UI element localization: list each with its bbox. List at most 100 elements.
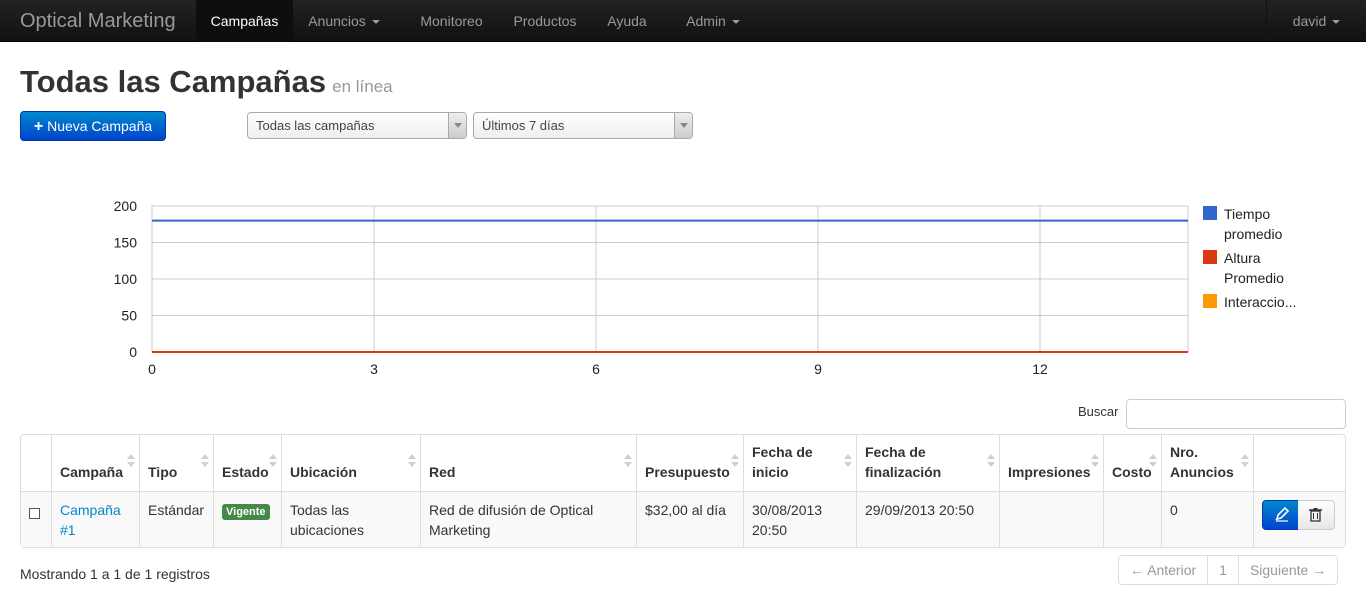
date-range-value: Últimos 7 días — [482, 118, 565, 133]
cell-budget: $32,00 al día — [636, 491, 743, 547]
date-range-select[interactable]: Últimos 7 días — [473, 112, 693, 139]
prev-page-button[interactable]: ← Anterior — [1119, 556, 1207, 584]
sort-icon — [1149, 454, 1157, 470]
cell-location: Todas las ubicaciones — [281, 491, 420, 547]
status-badge: Vigente — [222, 504, 270, 520]
column-header-fecha-inicio[interactable]: Fecha de inicio — [743, 435, 856, 491]
user-menu[interactable]: david — [1266, 0, 1366, 42]
sort-icon — [1091, 454, 1099, 470]
nav-item-label: Productos — [513, 13, 577, 29]
nav-item-label: Admin — [686, 13, 726, 29]
page-number-button[interactable]: 1 — [1207, 556, 1238, 584]
top-navbar: Optical Marketing Campañas Anuncios Moni… — [0, 0, 1366, 42]
sort-icon — [987, 454, 995, 470]
legend-label: Interaccio... — [1224, 294, 1297, 310]
column-header-costo[interactable]: Costo — [1103, 435, 1161, 491]
x-tick-label: 9 — [814, 361, 822, 377]
pagination: ← Anterior 1 Siguiente → — [1118, 555, 1339, 585]
select-column-header — [21, 435, 51, 491]
nav-item-anuncios[interactable]: Anuncios — [293, 0, 395, 42]
dropdown-arrow-icon — [674, 113, 692, 138]
legend-item: Interaccio... — [1203, 292, 1323, 312]
page-title: Todas las Campañas en línea — [20, 62, 393, 107]
column-header-fecha-finalizacion[interactable]: Fecha de finalización — [856, 435, 999, 491]
new-campaign-button[interactable]: + Nueva Campaña — [20, 111, 166, 141]
legend-swatch — [1203, 294, 1217, 308]
table-row: Campaña #1 Estándar Vigente Todas las ub… — [21, 491, 1345, 547]
caret-down-icon — [731, 20, 740, 25]
column-header-label: Impresiones — [1008, 464, 1091, 480]
column-header-estado[interactable]: Estado — [213, 435, 281, 491]
column-header-tipo[interactable]: Tipo — [139, 435, 213, 491]
search-label: Buscar — [1078, 404, 1119, 419]
column-header-label: Red — [429, 464, 456, 480]
nav-item-label: Anuncios — [308, 13, 366, 29]
nav-item-label: Campañas — [210, 13, 279, 29]
sort-icon — [731, 454, 739, 470]
column-header-campana[interactable]: Campaña — [51, 435, 139, 491]
legend-swatch — [1203, 206, 1217, 220]
column-header-label: Tipo — [148, 464, 178, 480]
nav-item-campanas[interactable]: Campañas — [196, 0, 293, 42]
cell-type: Estándar — [139, 491, 213, 547]
legend-item: Altura Promedio — [1203, 248, 1323, 288]
edit-button[interactable] — [1262, 500, 1302, 530]
search-input[interactable] — [1126, 399, 1346, 429]
column-header-ubicacion[interactable]: Ubicación — [281, 435, 420, 491]
y-tick-label: 100 — [114, 271, 138, 287]
x-tick-label: 3 — [370, 361, 378, 377]
sort-icon — [201, 454, 209, 470]
y-tick-label: 0 — [129, 344, 137, 360]
nav-item-monitoreo[interactable]: Monitoreo — [405, 0, 498, 42]
column-header-presupuesto[interactable]: Presupuesto — [636, 435, 743, 491]
campaign-link[interactable]: Campaña #1 — [60, 502, 121, 538]
legend-label: Altura Promedio — [1224, 250, 1284, 286]
brand-logo[interactable]: Optical Marketing — [20, 0, 176, 42]
nav-item-ayuda[interactable]: Ayuda — [592, 0, 662, 42]
sort-icon — [1241, 454, 1249, 470]
column-header-nro-anuncios[interactable]: Nro. Anuncios — [1161, 435, 1253, 491]
column-header-impresiones[interactable]: Impresiones — [999, 435, 1103, 491]
cell-cost — [1103, 491, 1161, 547]
nav-item-admin[interactable]: Admin — [672, 0, 754, 42]
column-header-label: Ubicación — [290, 464, 357, 480]
cell-impressions — [999, 491, 1103, 547]
column-header-label: Campaña — [60, 464, 124, 480]
column-header-label: Estado — [222, 464, 269, 480]
edit-icon — [1275, 506, 1290, 522]
y-tick-label: 200 — [114, 198, 138, 214]
column-header-label: Fecha de finalización — [865, 444, 942, 480]
next-page-button[interactable]: Siguiente → — [1237, 556, 1337, 584]
cell-status: Vigente — [213, 491, 281, 547]
nav-item-label: Monitoreo — [420, 13, 483, 29]
cell-network: Red de difusión de Optical Marketing — [420, 491, 636, 547]
performance-chart: 0 50 100 150 200 0 3 6 9 12 — [114, 198, 1189, 377]
table-info: Mostrando 1 a 1 de 1 registros — [20, 566, 210, 582]
delete-button[interactable] — [1298, 500, 1335, 530]
sort-icon — [408, 454, 416, 470]
legend-item: Tiempo promedio — [1203, 204, 1323, 244]
campaign-filter-select[interactable]: Todas las campañas — [247, 112, 467, 139]
column-header-red[interactable]: Red — [420, 435, 636, 491]
sort-icon — [624, 454, 632, 470]
plus-icon: + — [33, 118, 44, 135]
dropdown-arrow-icon — [448, 113, 466, 138]
nav-item-productos[interactable]: Productos — [498, 0, 592, 42]
campaigns-table: Campaña Tipo Estado Ubicación Red Presup… — [20, 434, 1346, 548]
sort-icon — [844, 454, 852, 470]
x-tick-label: 6 — [592, 361, 600, 377]
caret-down-icon — [371, 20, 380, 25]
nav-item-label: Ayuda — [607, 13, 647, 29]
page-title-text: Todas las Campañas — [20, 64, 327, 99]
cell-start-date: 30/08/2013 20:50 — [743, 491, 856, 547]
cell-ads-count: 0 — [1161, 491, 1253, 547]
caret-down-icon — [1332, 20, 1341, 25]
new-campaign-label: Nueva Campaña — [47, 118, 153, 134]
column-header-label: Presupuesto — [645, 464, 730, 480]
user-name: david — [1292, 13, 1327, 29]
column-header-label: Costo — [1112, 464, 1152, 480]
y-tick-label: 150 — [114, 235, 138, 251]
row-checkbox[interactable] — [29, 508, 40, 519]
trash-icon — [1309, 508, 1322, 522]
cell-end-date: 29/09/2013 20:50 — [856, 491, 999, 547]
